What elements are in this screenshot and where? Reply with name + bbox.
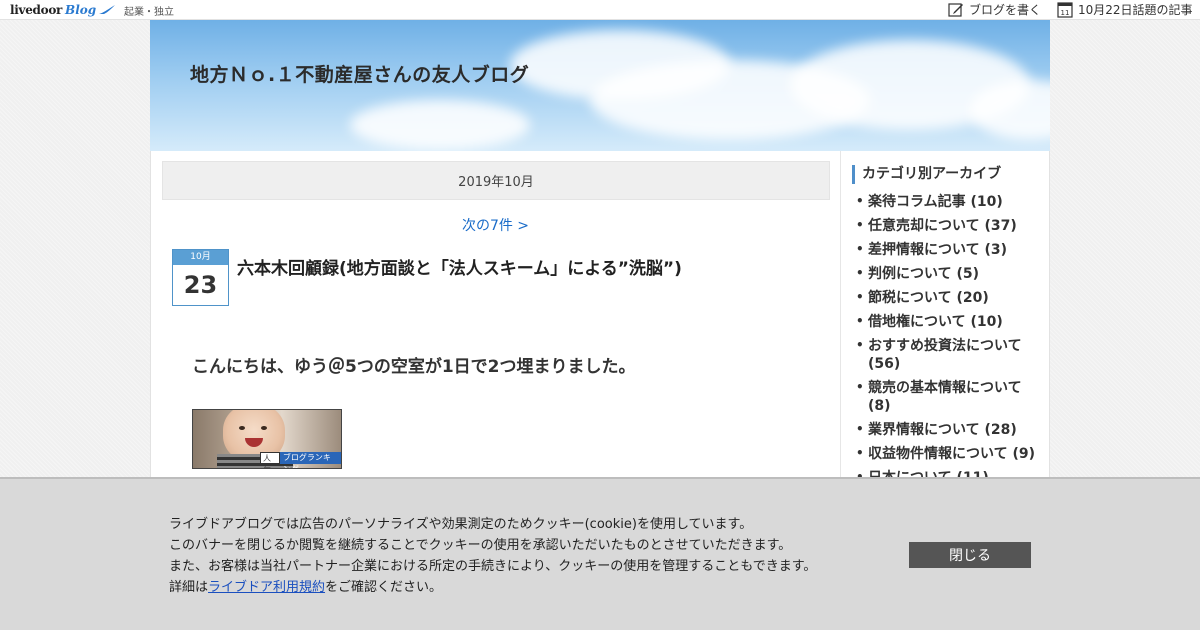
post-date-day: 23: [183, 271, 218, 299]
category-item[interactable]: 差押情報について (3): [856, 240, 1046, 259]
banner-tag: 人気 ブログランキング: [260, 452, 341, 468]
banner-tag-popular: 人気: [260, 452, 280, 468]
cloud-decoration: [350, 100, 530, 150]
category-item[interactable]: 借地権について (10): [856, 312, 1046, 331]
category-item[interactable]: 判例について (5): [856, 264, 1046, 283]
cookie-line-4-suffix: をご確認ください。: [325, 580, 443, 595]
banner-tag-ranking: ブログランキング: [279, 452, 341, 468]
post-body-text: こんにちは、ゆう＠5つの空室が1日で2つ埋まりました。: [192, 357, 636, 377]
cookie-line-4: 詳細はライブドア利用規約をご確認ください。: [169, 577, 816, 598]
category-item[interactable]: 収益物件情報について (9): [856, 444, 1046, 463]
pencil-icon: [948, 2, 963, 17]
next-page-link[interactable]: 次の7件 >: [151, 215, 840, 235]
write-blog-label: ブログを書く: [969, 3, 1042, 17]
category-list: 楽待コラム記事 (10) 任意売却について (37) 差押情報について (3) …: [856, 192, 1046, 493]
close-cookie-button[interactable]: 閉じる: [909, 542, 1031, 568]
top-bar: livedoor Blog 起業・独立 ブログを書く 11 10月22日話題の記…: [0, 0, 1200, 20]
blog-ranking-banner[interactable]: 人気 ブログランキング: [192, 409, 342, 469]
cookie-notice-text: ライブドアブログでは広告のパーソナライズや効果測定のためクッキー(cookie)…: [169, 514, 816, 598]
post-date-month: 10月: [173, 250, 228, 265]
cookie-line-4-prefix: 詳細は: [169, 580, 209, 595]
category-archive-heading: カテゴリ別アーカイブ: [852, 165, 1001, 184]
blog-title[interactable]: 地方Ｎｏ.１不動産屋さんの友人ブログ: [190, 60, 529, 87]
category-item[interactable]: 楽待コラム記事 (10): [856, 192, 1046, 211]
blog-header: 地方Ｎｏ.１不動産屋さんの友人ブログ: [150, 20, 1050, 151]
livedoor-blog-logo[interactable]: livedoor Blog: [10, 1, 116, 19]
write-blog-link[interactable]: ブログを書く: [948, 1, 1041, 18]
post-title[interactable]: 六本木回顧録(地方面談と「法人スキーム」による”洗脳”): [237, 254, 682, 279]
bird-icon: [99, 5, 116, 14]
cookie-line-1: ライブドアブログでは広告のパーソナライズや効果測定のためクッキー(cookie)…: [169, 517, 753, 532]
logo-text: livedoor: [10, 3, 63, 17]
category-item[interactable]: 任意売却について (37): [856, 216, 1046, 235]
category-item[interactable]: 競売の基本情報について (8): [856, 378, 1046, 415]
category-item[interactable]: 業界情報について (28): [856, 420, 1046, 439]
terms-of-use-link[interactable]: ライブドア利用規約: [208, 580, 325, 595]
cookie-line-3: また、お客様は当社パートナー企業における所定の手続きにより、クッキーの使用を管理…: [169, 559, 817, 574]
trending-articles-label: 10月22日話題の記事: [1078, 3, 1193, 17]
trending-articles-link[interactable]: 11 10月22日話題の記事: [1057, 1, 1193, 18]
post-date-badge: 10月 23: [172, 249, 229, 306]
cookie-consent-banner: ライブドアブログでは広告のパーソナライズや効果測定のためクッキー(cookie)…: [0, 477, 1200, 630]
calendar-icon: 11: [1057, 2, 1073, 18]
logo-blog-text: Blog: [65, 3, 97, 17]
calendar-icon-day: 11: [1061, 9, 1070, 17]
blog-category[interactable]: 起業・独立: [124, 3, 174, 18]
month-heading-text: 2019年10月: [458, 175, 534, 190]
cookie-line-2: このバナーを閉じるか閲覧を継続することでクッキーの使用を承認いただいたものとさせ…: [169, 538, 792, 553]
category-item[interactable]: 節税について (20): [856, 288, 1046, 307]
month-heading: 2019年10月: [162, 161, 830, 200]
category-item[interactable]: おすすめ投資法について (56): [856, 336, 1046, 373]
